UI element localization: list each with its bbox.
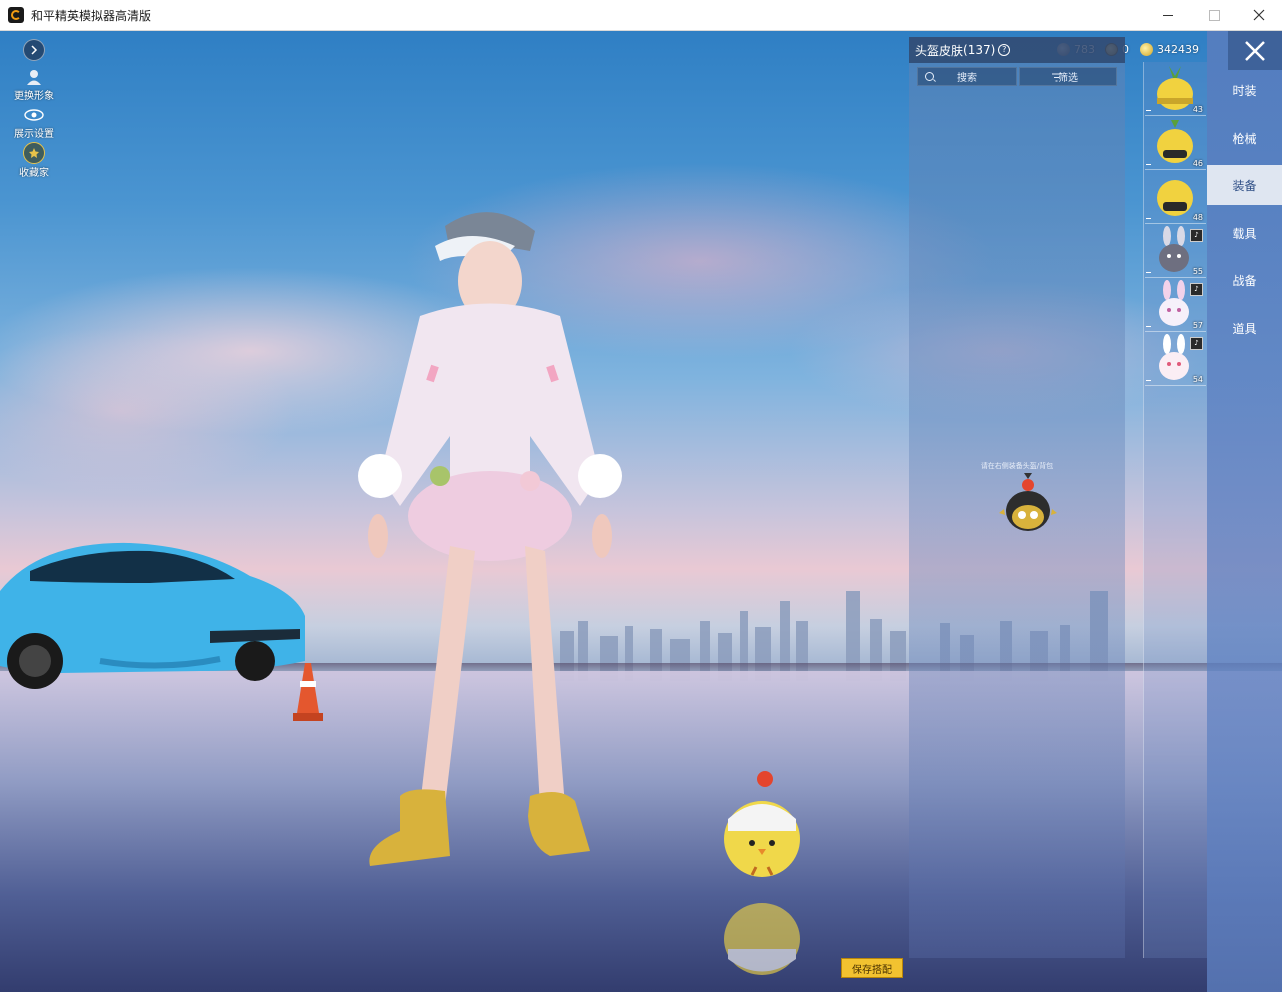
tab-vehicles[interactable]: 载具 [1207, 213, 1282, 253]
minimize-button[interactable] [1145, 0, 1191, 30]
window-title: 和平精英模拟器高清版 [31, 9, 152, 23]
item-dash [1146, 380, 1151, 381]
item-tag: ♪ [1190, 283, 1203, 296]
panel-count: (137) [963, 43, 996, 57]
item-dash [1146, 164, 1151, 165]
item-level: 54 [1192, 375, 1203, 384]
item-dash [1146, 326, 1151, 327]
traffic-cone [293, 663, 323, 721]
supercar-vehicle [0, 542, 305, 689]
filter-button[interactable]: 筛选 [1019, 67, 1117, 86]
maximize-button[interactable] [1191, 0, 1237, 30]
helmet-preview-icon [999, 473, 1057, 531]
expand-button[interactable] [0, 39, 68, 61]
app-logo-icon [8, 7, 24, 23]
chick-reflection [724, 903, 800, 975]
tab-fashion[interactable]: 时装 [1207, 70, 1282, 110]
item-slot[interactable]: 43 [1145, 62, 1206, 116]
filter-icon [1052, 73, 1061, 82]
filter-label: 筛选 [1058, 73, 1078, 84]
change-avatar-label: 更换形象 [14, 91, 54, 102]
item-dash [1146, 272, 1151, 273]
tab-items[interactable]: 道具 [1207, 308, 1282, 348]
item-level: 55 [1192, 267, 1203, 276]
close-icon [1245, 40, 1265, 61]
item-slot[interactable]: ♪ 54 [1145, 332, 1206, 386]
window-close-button[interactable] [1236, 0, 1282, 30]
favorites-label: 收藏家 [19, 168, 49, 179]
tab-combat-gear[interactable]: 战备 [1207, 260, 1282, 300]
tab-firearms[interactable]: 枪械 [1207, 118, 1282, 158]
item-level: 46 [1192, 159, 1203, 168]
display-settings-button[interactable]: 展示设置 [0, 105, 68, 140]
minimize-icon [1163, 14, 1173, 16]
person-icon [24, 67, 44, 87]
maximize-icon [1208, 9, 1220, 21]
item-tag: ♪ [1190, 337, 1203, 350]
tab-equipment[interactable]: 装备 [1207, 165, 1282, 205]
item-slot[interactable]: ♪ 57 [1145, 278, 1206, 332]
item-dash [1146, 110, 1151, 111]
chevron-right-icon [23, 39, 45, 61]
item-level: 57 [1192, 321, 1203, 330]
currency-coupon: 342439 [1140, 41, 1199, 57]
equipped-items-column: 43 46 48 ♪ 55 ♪ 57 ♪ 54 [1143, 62, 1207, 958]
help-icon[interactable]: ? [998, 44, 1011, 56]
change-avatar-button[interactable]: 更换形象 [0, 67, 68, 102]
window-titlebar: 和平精英模拟器高清版 [0, 0, 1282, 31]
player-character [358, 212, 622, 866]
search-label: 搜索 [957, 73, 977, 84]
panel-title: 头盔皮肤 [915, 43, 964, 58]
close-panel-button[interactable] [1228, 31, 1282, 70]
coupon-amount: 342439 [1157, 42, 1199, 56]
coupon-coin-icon [1140, 42, 1153, 56]
display-settings-label: 展示设置 [14, 129, 54, 140]
item-level: 43 [1192, 105, 1203, 114]
yellow-helmet-icon [1157, 120, 1193, 163]
item-slot[interactable]: ♪ 55 [1145, 224, 1206, 278]
item-slot[interactable]: 48 [1145, 170, 1206, 224]
collector-badge-icon [23, 142, 45, 164]
search-icon [925, 72, 934, 81]
item-level: 48 [1192, 213, 1203, 222]
search-button[interactable]: 搜索 [917, 67, 1017, 86]
eye-icon [24, 105, 44, 125]
equip-hint: 请在右侧装备头盔/背包 [980, 462, 1054, 470]
pineapple-helmet-icon [1157, 66, 1193, 110]
yellow-helmet-icon [1157, 180, 1193, 216]
panel-header: 头盔皮肤 (137) ? [909, 37, 1125, 63]
item-tag: ♪ [1190, 229, 1203, 242]
save-outfit-button[interactable]: 保存搭配 [841, 958, 903, 978]
close-icon [1253, 9, 1265, 21]
helmet-skin-panel: 头盔皮肤 (137) ? 搜索 筛选 请在右侧装备头盔/背包 [909, 37, 1125, 958]
chick-pet [724, 771, 800, 877]
favorites-button[interactable]: 收藏家 [0, 142, 68, 179]
item-dash [1146, 218, 1151, 219]
item-slot[interactable]: 46 [1145, 116, 1206, 170]
